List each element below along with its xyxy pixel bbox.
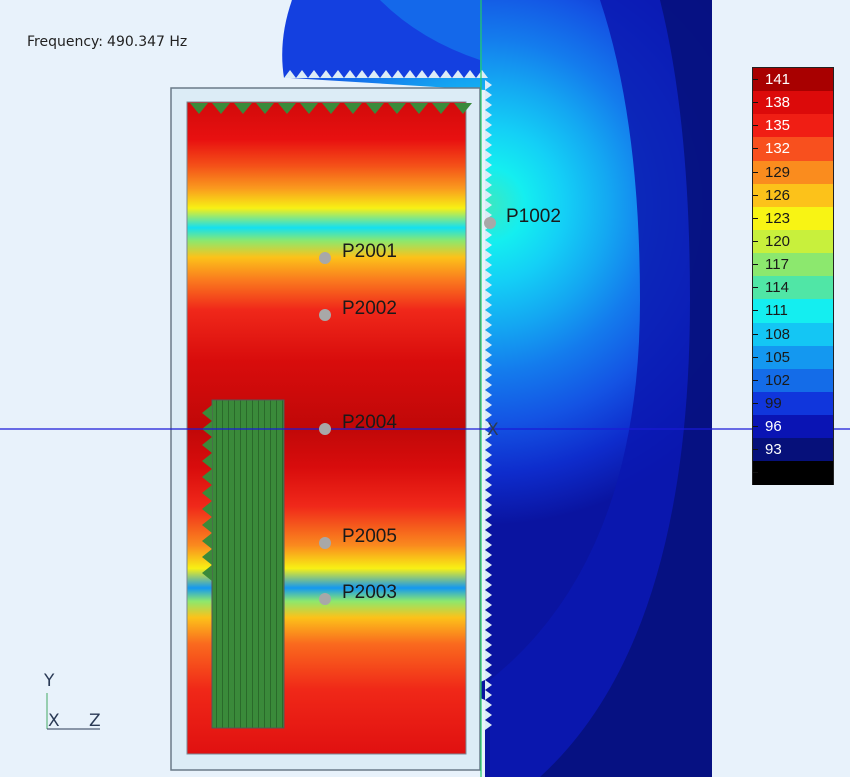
frequency-value: 490.347 Hz: [107, 34, 188, 50]
legend-tick: [753, 379, 758, 381]
legend-tick: [753, 171, 758, 173]
legend-value: 108: [765, 325, 791, 343]
legend-level: 108: [753, 322, 833, 346]
probe-label-p2001: P2001: [342, 241, 397, 262]
legend-value: 93: [765, 441, 782, 459]
legend-level: 120: [753, 229, 833, 254]
legend-level: 126: [753, 183, 833, 207]
legend-level: 114: [753, 276, 833, 300]
legend-tick: [753, 472, 758, 474]
legend-tick: [753, 402, 758, 404]
legend-value: 102: [765, 371, 791, 389]
probe-label-p2004: P2004: [342, 412, 397, 433]
legend-value: 123: [765, 209, 791, 227]
probe-point-p1002[interactable]: [484, 217, 496, 229]
legend-level: 102: [753, 368, 833, 392]
legend-tick: [753, 125, 758, 127]
legend-value: 138: [765, 94, 791, 112]
legend-tick: [753, 79, 758, 80]
axis-z-label: Z: [89, 711, 101, 731]
legend-level: 111: [753, 299, 833, 323]
frequency-readout: Frequency: 490.347 Hz: [27, 34, 187, 50]
legend-level: 138: [753, 91, 833, 115]
legend-level: 105: [753, 345, 833, 369]
color-scale-legend: 141 138 135 132 129 126 123 120 117 114 111 108 105 1…: [752, 67, 834, 485]
field-viewport[interactable]: X P1002 P2001 P2002 P2004 P2005 P2003 Y …: [0, 0, 850, 777]
legend-level: 135: [753, 114, 833, 138]
probe-label-p2003: P2003: [342, 582, 397, 603]
legend-value: 135: [765, 117, 791, 135]
legend-level: [753, 461, 833, 485]
legend-tick: [753, 217, 758, 219]
legend-tick: [753, 194, 758, 196]
legend-level: 123: [753, 206, 833, 230]
legend-value: 117: [765, 256, 789, 274]
legend-level: 93: [753, 438, 833, 462]
legend-value: 114: [765, 279, 789, 297]
internal-baffle: [211, 399, 285, 729]
legend-value: 105: [765, 348, 791, 366]
probe-point-p2001[interactable]: [319, 252, 331, 264]
legend-value: 132: [765, 140, 791, 158]
legend-value: 141: [765, 71, 791, 88]
legend-value: 129: [765, 163, 791, 181]
legend-tick: [753, 426, 758, 428]
probe-label-p2002: P2002: [342, 298, 397, 319]
legend-value: 111: [765, 302, 788, 320]
legend-tick: [753, 333, 758, 335]
legend-tick: [753, 148, 758, 150]
legend-value: 96: [765, 418, 782, 436]
axis-triad: Y X Z: [43, 671, 101, 731]
legend-tick: [753, 240, 758, 242]
legend-tick: [753, 102, 758, 104]
legend-tick: [753, 287, 758, 289]
legend-level: 117: [753, 253, 833, 277]
frequency-label: Frequency:: [27, 34, 104, 50]
legend-value: 126: [765, 186, 791, 204]
probe-label-p1002: P1002: [506, 206, 561, 227]
legend-level: 129: [753, 160, 833, 184]
section-marker: X: [487, 420, 499, 440]
probe-point-p2004[interactable]: [319, 423, 331, 435]
probe-label-p2005: P2005: [342, 526, 397, 547]
legend-value: 99: [765, 394, 782, 412]
axis-x-label: X: [48, 711, 60, 731]
sound-pressure-field[interactable]: X P1002 P2001 P2002 P2004 P2005 P2003 Y …: [0, 0, 850, 777]
legend-level: 99: [753, 391, 833, 416]
legend-level: 132: [753, 137, 833, 161]
legend-tick: [753, 264, 758, 266]
legend-level: 141: [753, 68, 833, 92]
legend-tick: [753, 356, 758, 358]
axis-y-label: Y: [43, 671, 55, 691]
probe-point-p2005[interactable]: [319, 537, 331, 549]
probe-point-p2003[interactable]: [319, 593, 331, 605]
legend-tick: [753, 449, 758, 451]
probe-point-p2002[interactable]: [319, 309, 331, 321]
legend-level: 96: [753, 415, 833, 439]
legend-tick: [753, 310, 758, 312]
legend-value: 120: [765, 232, 791, 250]
